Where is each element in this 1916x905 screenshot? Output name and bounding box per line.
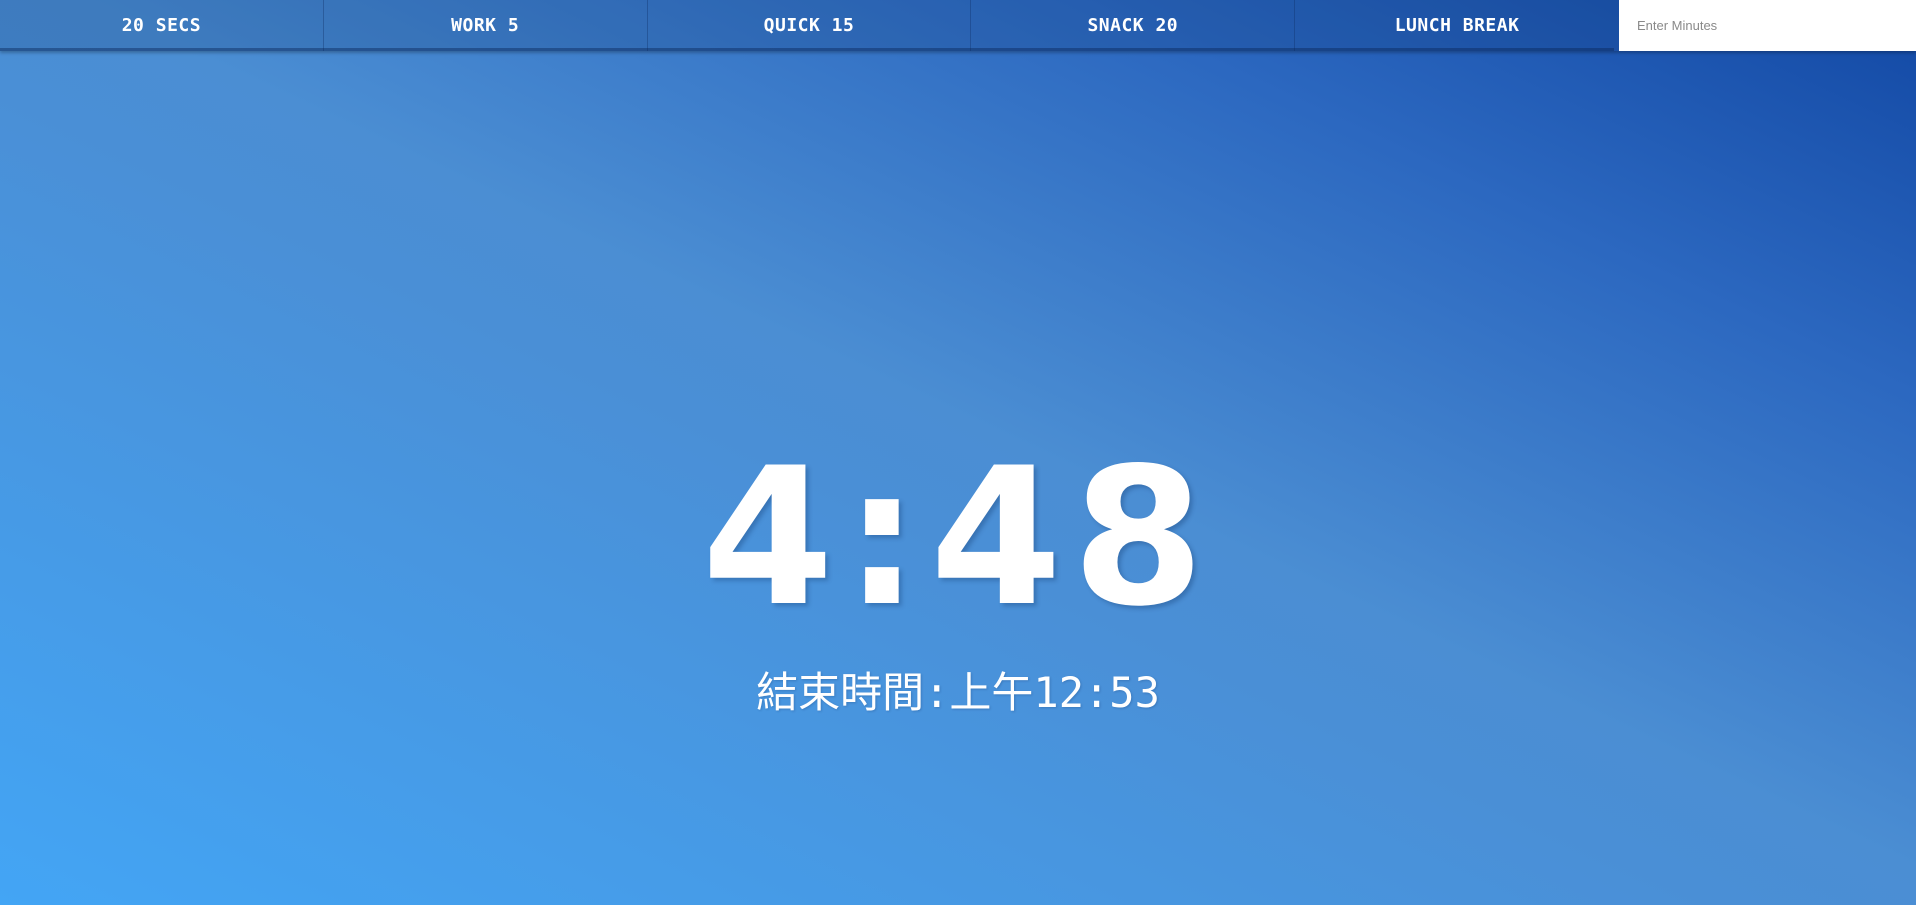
timer-controls: 20 SECS WORK 5 QUICK 15 SNACK 20 LUNCH B… [0, 0, 1916, 51]
preset-snack-20-button[interactable]: SNACK 20 [971, 0, 1296, 51]
preset-lunch-break-button[interactable]: LUNCH BREAK [1295, 0, 1619, 51]
preset-20-secs-button[interactable]: 20 SECS [0, 0, 324, 51]
custom-minutes-form [1618, 0, 1916, 51]
enter-minutes-input[interactable] [1618, 0, 1916, 51]
timer-display: 4:48 結束時間:上午12:53 [0, 51, 1916, 905]
preset-quick-15-button[interactable]: QUICK 15 [647, 0, 972, 51]
time-left: 4:48 [701, 427, 1215, 649]
end-time: 結束時間:上午12:53 [756, 668, 1160, 717]
preset-work-5-button[interactable]: WORK 5 [323, 0, 648, 51]
